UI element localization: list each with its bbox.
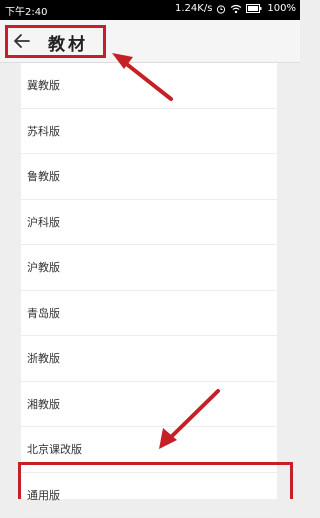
textbook-list-panel: 冀教版 苏科版 鲁教版 沪科版 沪教版 青岛版 浙教版 湘教版 北京课改版 通用…	[21, 63, 277, 499]
alarm-icon	[216, 4, 226, 14]
list-item[interactable]: 沪教版	[21, 245, 277, 291]
list-item[interactable]: 鲁教版	[21, 154, 277, 200]
list-item-label: 沪教版	[27, 259, 60, 275]
list-item-label: 沪科版	[27, 214, 60, 230]
list-item-label: 北京课改版	[27, 441, 82, 457]
status-bar: 下午2:40 1.24K/s 100%	[0, 0, 300, 20]
battery-percent: 100%	[267, 3, 296, 14]
network-speed: 1.24K/s	[175, 3, 212, 14]
wifi-icon	[230, 4, 242, 14]
list-item-label: 湘教版	[27, 396, 60, 412]
status-time: 下午2:40	[5, 3, 47, 18]
list-item[interactable]: 浙教版	[21, 336, 277, 382]
list-item-label: 冀教版	[27, 77, 60, 93]
list-item[interactable]: 青岛版	[21, 291, 277, 337]
list-item[interactable]: 苏科版	[21, 109, 277, 155]
list-item[interactable]: 冀教版	[21, 63, 277, 109]
status-icons: 1.24K/s 100%	[175, 3, 296, 14]
list-item[interactable]: 湘教版	[21, 382, 277, 428]
item-highlight-box	[18, 462, 293, 499]
battery-icon	[246, 4, 262, 13]
textbook-list: 冀教版 苏科版 鲁教版 沪科版 沪教版 青岛版 浙教版 湘教版 北京课改版 通用…	[21, 63, 277, 518]
list-item-label: 苏科版	[27, 123, 60, 139]
title-highlight-box	[5, 25, 106, 58]
list-item-label: 鲁教版	[27, 168, 60, 184]
list-item-label: 浙教版	[27, 350, 60, 366]
list-item[interactable]: 沪科版	[21, 200, 277, 246]
list-item-label: 青岛版	[27, 305, 60, 321]
